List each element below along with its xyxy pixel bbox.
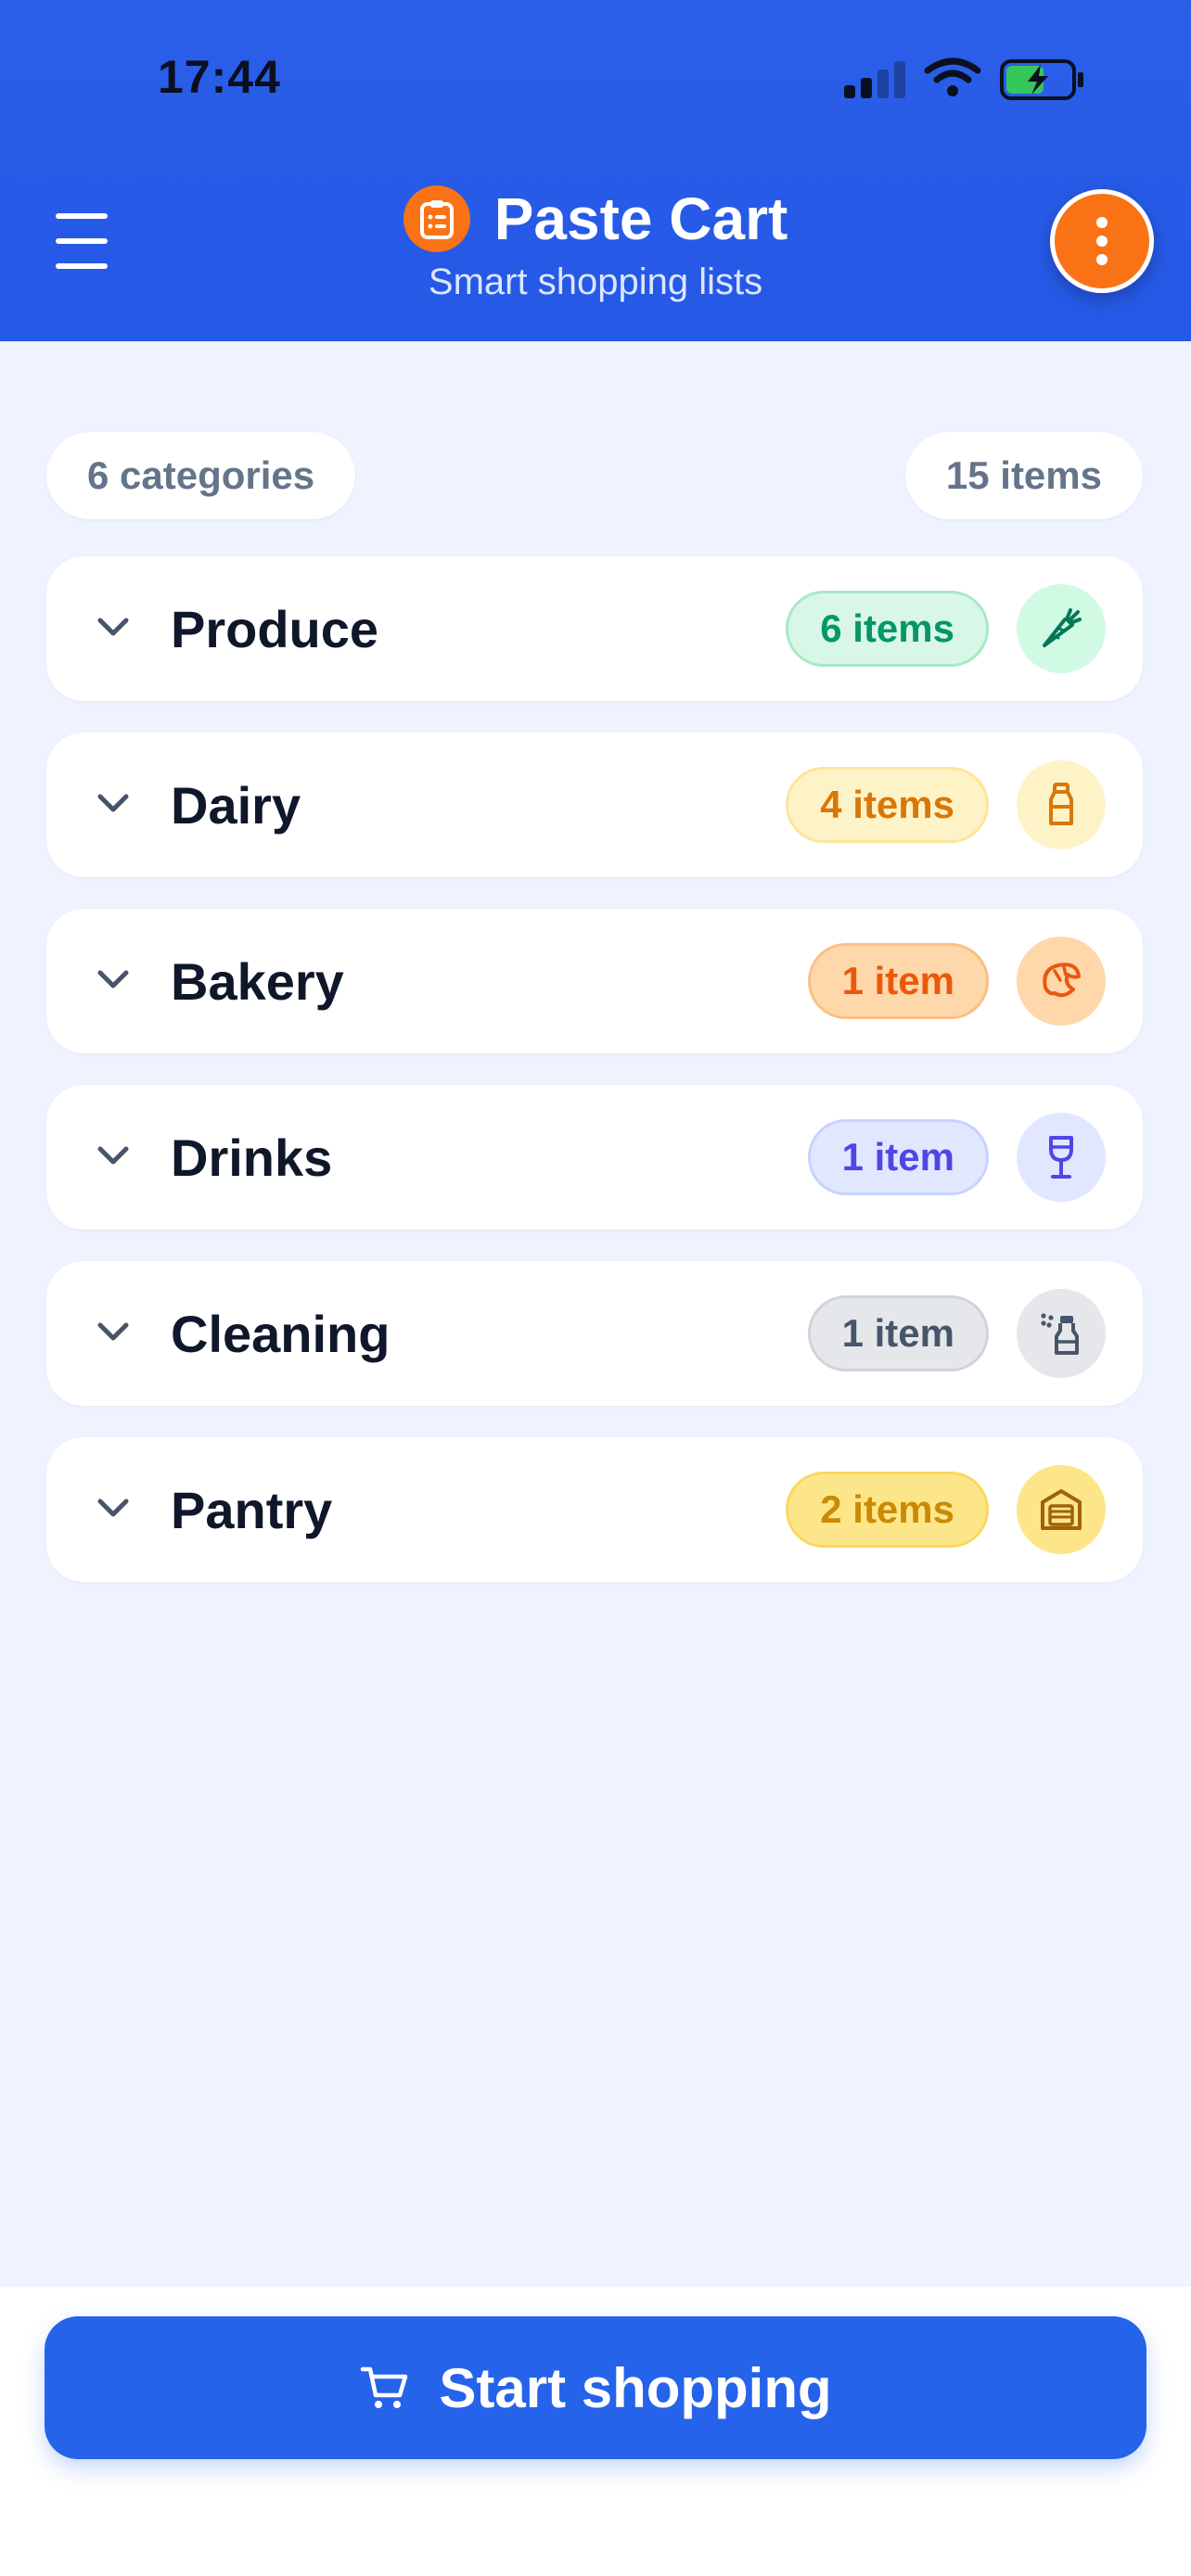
category-count-badge: 1 item — [807, 943, 989, 1019]
chevron-down-icon — [97, 794, 129, 812]
category-name: Drinks — [171, 1128, 333, 1187]
chevron-down-icon — [97, 1322, 129, 1341]
category-card-pantry[interactable]: Pantry 2 items — [46, 1437, 1143, 1582]
category-name: Produce — [171, 599, 379, 658]
items-count-chip: 15 items — [904, 432, 1143, 519]
category-name: Cleaning — [171, 1304, 391, 1363]
more-options-button[interactable] — [1050, 189, 1154, 293]
more-dot-icon — [1096, 254, 1108, 265]
category-name: Bakery — [171, 951, 344, 1011]
category-count-badge: 1 item — [807, 1119, 989, 1195]
pantry-box-icon — [1017, 1465, 1106, 1554]
chevron-down-icon — [97, 970, 129, 988]
chevron-down-icon — [97, 1498, 129, 1517]
category-card-produce[interactable]: Produce 6 items — [46, 556, 1143, 701]
more-dot-icon — [1096, 236, 1108, 247]
category-count-badge: 6 items — [786, 591, 989, 667]
category-card-cleaning[interactable]: Cleaning 1 item — [46, 1261, 1143, 1406]
app-header: 17:44 Paste Cart Smart shopping lists — [0, 0, 1191, 341]
category-count-badge: 1 item — [807, 1295, 989, 1371]
category-name: Pantry — [171, 1480, 333, 1539]
battery-charging-icon — [1000, 59, 1083, 100]
start-shopping-label: Start shopping — [439, 2356, 832, 2419]
category-card-drinks[interactable]: Drinks 1 item — [46, 1085, 1143, 1230]
category-count-badge: 2 items — [786, 1472, 989, 1548]
app-subtitle: Smart shopping lists — [428, 261, 763, 302]
start-shopping-button[interactable]: Start shopping — [45, 2316, 1146, 2459]
wifi-icon — [924, 57, 981, 96]
status-time: 17:44 — [158, 51, 281, 103]
categories-count-chip: 6 categories — [46, 432, 356, 519]
more-dot-icon — [1096, 217, 1108, 228]
chevron-down-icon — [97, 618, 129, 636]
title-row: Paste Cart — [0, 182, 1191, 256]
signal-icon — [844, 61, 905, 98]
spray-bottle-icon — [1017, 1289, 1106, 1378]
shopping-cart-icon — [361, 2366, 408, 2408]
clipboard-list-icon — [403, 185, 470, 252]
wine-glass-icon — [1017, 1113, 1106, 1202]
category-card-dairy[interactable]: Dairy 4 items — [46, 733, 1143, 877]
chevron-down-icon — [97, 1146, 129, 1165]
category-card-bakery[interactable]: Bakery 1 item — [46, 909, 1143, 1053]
app-title: Paste Cart — [493, 185, 788, 252]
category-count-badge: 4 items — [786, 767, 989, 843]
croissant-icon — [1017, 937, 1106, 1026]
carrot-icon — [1017, 584, 1106, 673]
milk-bottle-icon — [1017, 760, 1106, 849]
category-name: Dairy — [171, 775, 301, 835]
